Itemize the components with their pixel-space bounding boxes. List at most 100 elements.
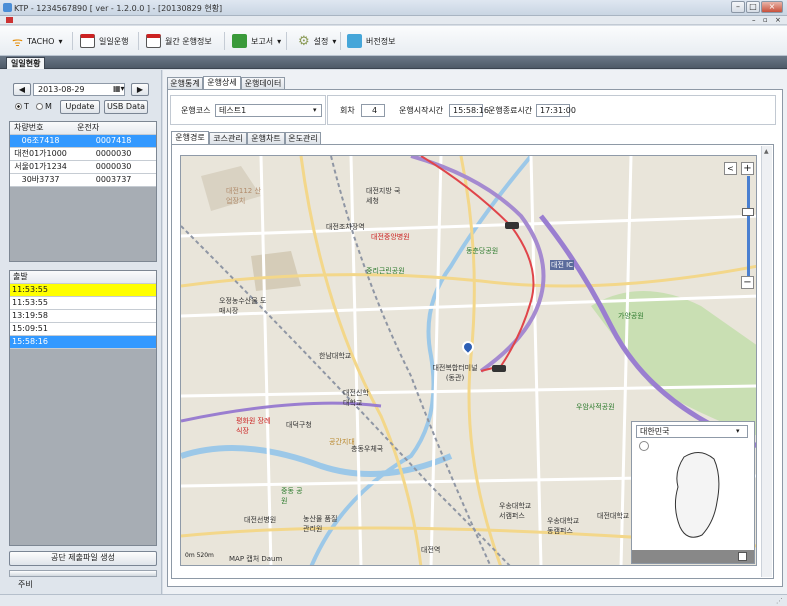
mdi-restore-icon[interactable]: ▫ <box>763 16 768 24</box>
subtab-course[interactable]: 코스관리 <box>209 132 247 144</box>
map-label: 대전112 산업장치 <box>226 187 261 205</box>
dropdown-arrow-icon[interactable]: ▾ <box>313 106 317 114</box>
window-title: KTP - 1234567890 [ ver - 1.2.0.0 ] - [20… <box>14 4 223 13</box>
count-field[interactable]: 4 <box>361 104 385 117</box>
version-button[interactable]: 버전정보 <box>347 32 395 50</box>
radio-m-circle <box>36 103 43 110</box>
calendar-month-icon <box>146 34 161 48</box>
mdi-minimize-icon[interactable]: – <box>752 16 756 24</box>
resize-grip-icon[interactable]: ⋰ <box>776 597 783 605</box>
dropdown-arrow-icon[interactable]: ▾ <box>736 427 740 435</box>
monthly-button[interactable]: 월간 운행정보 <box>146 32 212 50</box>
radio-t-circle <box>15 103 22 110</box>
tab-data[interactable]: 운행데이터 <box>241 77 285 89</box>
monitor-icon <box>347 34 362 48</box>
map-label: 동춘당공원 <box>466 247 499 255</box>
zoom-in-button[interactable]: + <box>741 162 754 175</box>
list-item[interactable]: 11:53:55 <box>10 284 156 297</box>
tacho-button[interactable]: ᯤ TACHO ▾ <box>12 32 62 50</box>
end-label: 운행종료시간 <box>488 106 533 115</box>
vehicle-grid: 차량번호 운전자 06조7418 0007418 대전01가1000 00000… <box>9 121 157 262</box>
map-label: 오정농수산물 도매시장 <box>219 297 267 315</box>
map-label: 대전역 <box>421 546 441 554</box>
zoom-slider-track[interactable] <box>747 176 750 276</box>
update-button[interactable]: Update <box>60 100 100 114</box>
table-row[interactable]: 대전01가1000 0000030 <box>10 148 156 161</box>
start-field[interactable]: 15:58:16 <box>449 104 489 117</box>
region-select[interactable]: 대한민국 <box>636 425 748 438</box>
map-label: 충동우체국 <box>351 445 384 453</box>
bottom-label: 주비 <box>18 580 33 589</box>
map-label: 대전선병원 <box>244 516 277 524</box>
list-item[interactable]: 13:19:58 <box>10 310 156 323</box>
map-label: 가양공원 <box>618 312 644 320</box>
settings-button[interactable]: ⚙ 설정 ▾ <box>298 32 336 50</box>
table-row[interactable]: 서울01가1234 0000030 <box>10 161 156 174</box>
generate-file-button[interactable]: 공단 제출파일 생성 <box>9 551 157 566</box>
status-bar: ⋰ <box>0 594 787 606</box>
depart-time-grid: 출발 11:53:55 11:53:55 13:19:58 15:09:51 1… <box>9 270 157 546</box>
close-button[interactable]: × <box>761 1 783 13</box>
document-tab-strip: 일일현황 <box>0 56 787 69</box>
report-book-icon <box>232 34 247 48</box>
dropdown-arrow-icon: ▾ <box>58 36 63 46</box>
prev-date-button[interactable]: ◀ <box>13 83 31 96</box>
start-label: 운행시작시간 <box>399 106 444 115</box>
tab-daily-status[interactable]: 일일현황 <box>6 57 46 69</box>
tab-stats[interactable]: 운행통계 <box>167 77 203 89</box>
maximize-button[interactable]: □ <box>746 1 760 13</box>
minimize-button[interactable]: – <box>731 1 745 13</box>
minimap-footer <box>632 550 754 563</box>
gear-icon: ⚙ <box>298 33 310 49</box>
course-label: 운행코스 <box>181 106 211 115</box>
mdi-close-icon[interactable]: × <box>775 16 781 24</box>
end-field[interactable]: 17:31:00 <box>536 104 576 117</box>
main-toolbar: ᯤ TACHO ▾ 일일운행 월간 운행정보 보고서 ▾ ⚙ 설정 ▾ 버전정보 <box>0 26 787 56</box>
radio-t[interactable]: T <box>15 102 29 111</box>
vehicle-grid-header: 차량번호 운전자 <box>10 122 156 135</box>
map-label: 우송대학교 서캠퍼스 <box>499 502 532 520</box>
map-brand-logo: MAP 캡처 Daum <box>229 555 283 563</box>
map-label: 우송대학교 동캠퍼스 <box>547 517 580 535</box>
course-select[interactable]: 테스트1 <box>215 104 322 117</box>
radio-m[interactable]: M <box>36 102 52 111</box>
zoom-slider-thumb[interactable] <box>742 208 754 216</box>
map-label: 대전중앙병원 <box>371 233 410 241</box>
list-item[interactable]: 15:58:16 <box>10 336 156 349</box>
table-row[interactable]: 06조7418 0007418 <box>10 135 156 148</box>
mdi-menu-strip: – ▫ × <box>0 16 787 25</box>
bottom-bar <box>9 570 157 577</box>
left-panel: ◀ 2013-08-29 ▦▾ ▶ T M Update USB Data 차량… <box>0 70 162 594</box>
depart-grid-header: 출발 <box>10 271 156 284</box>
map-label: 중리근린공원 <box>366 267 405 275</box>
minimap-resize-icon[interactable] <box>738 552 747 561</box>
zoom-out-button[interactable]: − <box>741 276 754 289</box>
minimap[interactable]: 대한민국 ▾ <box>631 421 755 564</box>
map-label: 대전조차장역 <box>326 223 365 231</box>
usb-data-button[interactable]: USB Data <box>104 100 148 114</box>
daily-button[interactable]: 일일운행 <box>80 32 128 50</box>
info-box-run: 회차 4 운행시작시간 15:58:16 운행종료시간 17:31:00 <box>327 95 776 125</box>
subtab-route[interactable]: 운행경로 <box>171 131 209 144</box>
subtab-temp[interactable]: 온도관리 <box>285 132 321 144</box>
list-item[interactable]: 15:09:51 <box>10 323 156 336</box>
title-bar: KTP - 1234567890 [ ver - 1.2.0.0 ] - [20… <box>0 0 787 16</box>
map-label: 대전 IC <box>550 260 575 270</box>
wifi-icon: ᯤ <box>12 34 23 49</box>
map-label: 대전신학 대학교 <box>343 389 369 407</box>
map-label: 평화원 장례식장 <box>236 417 271 435</box>
date-picker[interactable]: 2013-08-29 <box>33 83 125 96</box>
report-button[interactable]: 보고서 ▾ <box>232 32 281 50</box>
tab-detail[interactable]: 운행상세 <box>203 76 241 89</box>
compass-icon <box>639 441 649 451</box>
map-label: 중동 공원 <box>281 487 303 505</box>
calendar-dropdown-icon[interactable]: ▦▾ <box>113 84 125 93</box>
pan-left-button[interactable]: < <box>724 162 737 175</box>
vertical-scrollbar[interactable]: ▲ <box>761 146 772 577</box>
list-item[interactable]: 11:53:55 <box>10 297 156 310</box>
map-label: 농산물 품질관리원 <box>303 515 338 533</box>
table-row[interactable]: 30바3737 0003737 <box>10 174 156 187</box>
next-date-button[interactable]: ▶ <box>131 83 149 96</box>
subtab-chart[interactable]: 운행차트 <box>247 132 285 144</box>
route-map[interactable]: 대전지방 국세청 대전조차장역 대전중앙병원 동춘당공원 중리근린공원 오정농수… <box>180 155 757 566</box>
